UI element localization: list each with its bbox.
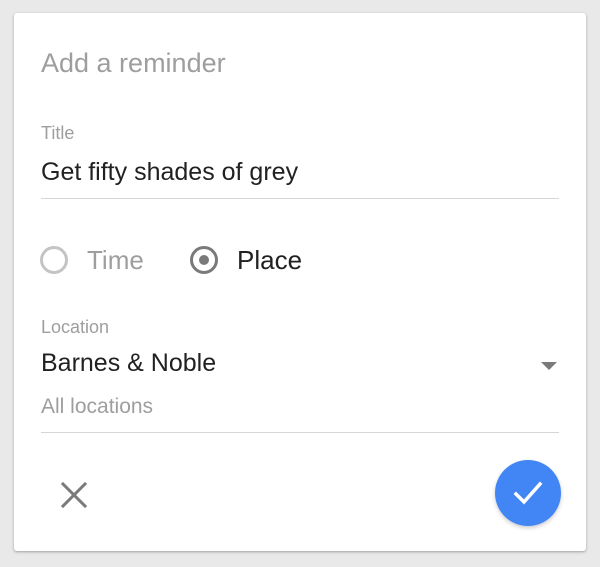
- title-input[interactable]: [41, 158, 559, 187]
- dropdown-arrow-icon[interactable]: [541, 362, 557, 370]
- radio-selected-dot: [199, 255, 209, 265]
- location-field-label: Location: [41, 317, 110, 337]
- close-icon: [60, 481, 88, 509]
- place-radio-label: Place: [237, 245, 303, 275]
- place-radio-button[interactable]: [190, 246, 218, 274]
- title-field-label: Title: [41, 123, 75, 143]
- time-radio-button[interactable]: [40, 246, 68, 274]
- cancel-button[interactable]: [52, 473, 96, 517]
- location-sublabel: All locations: [41, 395, 154, 418]
- time-radio-label: Time: [87, 245, 144, 275]
- confirm-button[interactable]: [495, 460, 561, 526]
- check-icon: [513, 481, 543, 505]
- title-underline: [41, 198, 559, 199]
- dialog-title: Add a reminder: [41, 48, 226, 78]
- add-reminder-dialog: Add a reminder Title Time Place Location…: [14, 13, 586, 551]
- location-underline: [41, 432, 559, 433]
- location-select-value[interactable]: Barnes & Noble: [41, 351, 216, 376]
